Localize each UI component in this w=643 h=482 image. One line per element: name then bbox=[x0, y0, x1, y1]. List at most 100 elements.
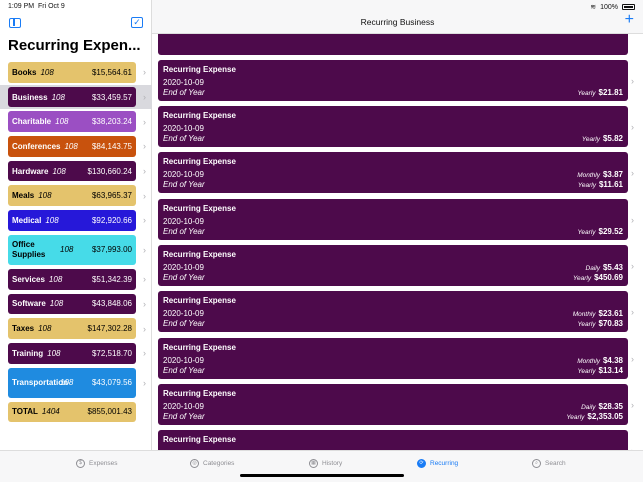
category-pill: Business 108 $33,459.57 bbox=[8, 86, 136, 108]
chevron-right-icon: › bbox=[631, 122, 634, 132]
category-amount: $33,459.57 bbox=[91, 92, 132, 102]
battery-label: 100% bbox=[600, 3, 618, 11]
category-row[interactable]: Software 108 $43,848.06 › bbox=[0, 292, 152, 317]
category-row[interactable]: Taxes 108 $147,302.28 › bbox=[0, 316, 152, 341]
expense-card[interactable]: Recurring Expense 2020-10-09 End of Year Da… bbox=[158, 384, 628, 425]
chevron-right-icon: › bbox=[631, 261, 634, 271]
category-list: Books 108 $15,564.61 › Business 108 $33,459.57… bbox=[0, 60, 152, 424]
expense-date: 2020-10-09 bbox=[163, 356, 204, 365]
category-count: 108 bbox=[48, 274, 63, 284]
category-count: 108 bbox=[52, 166, 66, 176]
expense-rate-primary: Daily $5.43 bbox=[585, 263, 623, 272]
expense-card[interactable]: Recurring Expense 2020-10-09 End of Year Mo… bbox=[158, 291, 628, 332]
category-name: Charitable bbox=[12, 117, 52, 127]
tab-label: Recurring bbox=[430, 460, 459, 467]
category-pill: Taxes 108 $147,302.28 bbox=[8, 318, 136, 339]
category-count: 108 bbox=[60, 245, 74, 255]
expense-rate-primary: Daily $28.35 bbox=[581, 402, 623, 411]
category-count: 108 bbox=[55, 117, 69, 127]
chevron-right-icon: › bbox=[143, 244, 146, 255]
tab-categories[interactable]: ◎ Categories bbox=[190, 459, 234, 468]
category-row[interactable]: Meals 108 $63,965.37 › bbox=[0, 183, 152, 208]
category-row[interactable]: TOTAL 1404 $855,001.43 bbox=[0, 400, 152, 425]
expense-rate-yearly: Yearly $2,353.05 bbox=[566, 412, 623, 421]
category-pill: Services 108 $51,342.39 bbox=[8, 268, 136, 290]
expense-end: End of Year bbox=[163, 319, 205, 328]
category-amount: $38,203.24 bbox=[91, 117, 132, 127]
tab-search[interactable]: ⌕ Search bbox=[532, 459, 566, 468]
tab-recurring[interactable]: ⟳ Recurring bbox=[417, 459, 458, 468]
category-amount: $37,993.00 bbox=[91, 245, 132, 255]
expense-end: End of Year bbox=[163, 273, 205, 282]
chevron-right-icon: › bbox=[143, 298, 146, 309]
category-amount: $130,660.24 bbox=[87, 166, 133, 176]
tab-label: Expenses bbox=[89, 460, 118, 467]
chevron-right-icon: › bbox=[143, 323, 146, 334]
add-button[interactable]: + bbox=[625, 12, 634, 28]
category-row[interactable]: Business 108 $33,459.57 › bbox=[0, 84, 152, 110]
expense-rate-primary: Monthly $23.61 bbox=[572, 309, 623, 318]
category-row[interactable]: Services 108 $51,342.39 › bbox=[0, 267, 152, 292]
category-count: 1404 bbox=[41, 407, 60, 417]
status-right: ≋ 100% bbox=[590, 3, 635, 11]
category-amount: $84,143.75 bbox=[91, 141, 132, 151]
category-row[interactable]: Hardware 108 $130,660.24 › bbox=[0, 159, 152, 184]
expense-rate-yearly: Yearly $11.61 bbox=[577, 180, 623, 189]
expense-title: Recurring Expense bbox=[163, 204, 236, 213]
category-name: Services bbox=[12, 274, 45, 284]
category-amount: $43,079.56 bbox=[91, 378, 132, 388]
tab-bar: $ Expenses ◎ Categories ▦ History ⟳ Recurring ⌕ S… bbox=[0, 450, 643, 482]
category-pill: TOTAL 1404 $855,001.43 bbox=[8, 401, 136, 423]
category-name: Books bbox=[12, 67, 37, 77]
wifi-icon: ≋ bbox=[590, 4, 597, 11]
expense-card[interactable]: Recurring Expense 2020-10-09 End of Year Da… bbox=[158, 245, 628, 286]
expense-card[interactable]: Recurring Expense 2020-10-09 End of Year Mo… bbox=[158, 152, 628, 193]
chevron-right-icon: › bbox=[143, 92, 146, 103]
category-name: Medical bbox=[12, 215, 42, 225]
category-name: Conferences bbox=[12, 141, 61, 151]
category-row[interactable]: Conferences 108 $84,143.75 › bbox=[0, 134, 152, 159]
sidebar-toggle-icon[interactable] bbox=[9, 18, 21, 28]
tab-label: Search bbox=[545, 460, 566, 467]
category-row[interactable]: Office Supplies 108 $37,993.00 › bbox=[0, 233, 152, 267]
category-row[interactable]: Transportation 108 $43,079.56 › bbox=[0, 366, 152, 400]
category-row[interactable]: Training 108 $72,518.70 › bbox=[0, 341, 152, 366]
expense-date: 2020-10-09 bbox=[163, 217, 204, 226]
expense-card[interactable]: Recurring Expense bbox=[158, 430, 628, 450]
category-pill: Office Supplies 108 $37,993.00 bbox=[8, 234, 136, 265]
chevron-right-icon: › bbox=[143, 116, 146, 127]
category-name: Software bbox=[12, 299, 46, 309]
checkmark-select-icon[interactable]: ✓ bbox=[131, 17, 143, 28]
category-pill: Books 108 $15,564.61 bbox=[8, 62, 136, 83]
chevron-right-icon: › bbox=[143, 377, 146, 388]
expense-card[interactable]: Recurring Expense 2020-10-09 End of Year Ye… bbox=[158, 60, 628, 101]
expense-end: End of Year bbox=[163, 227, 205, 236]
category-amount: $855,001.43 bbox=[87, 407, 133, 417]
expense-rate-yearly: Yearly $5.82 bbox=[581, 134, 623, 143]
chevron-right-icon: › bbox=[143, 274, 146, 285]
expense-end: End of Year bbox=[163, 412, 205, 421]
tab-expenses[interactable]: $ Expenses bbox=[76, 459, 118, 468]
expense-card[interactable]: Recurring Expense 2020-10-09 End of Year Ye… bbox=[158, 199, 628, 240]
category-row[interactable]: Charitable 108 $38,203.24 › bbox=[0, 109, 152, 134]
expense-date: 2020-10-09 bbox=[163, 263, 204, 272]
category-amount: $63,965.37 bbox=[91, 191, 132, 201]
chevron-right-icon: › bbox=[143, 215, 146, 226]
expense-title: Recurring Expense bbox=[163, 250, 236, 259]
category-pill: Training 108 $72,518.70 bbox=[8, 342, 136, 364]
expense-end: End of Year bbox=[163, 134, 205, 143]
tab-history[interactable]: ▦ History bbox=[309, 459, 342, 468]
expense-title: Recurring Expense bbox=[163, 343, 236, 352]
expense-title: Recurring Expense bbox=[163, 435, 236, 444]
category-count: 108 bbox=[38, 191, 52, 201]
category-row[interactable]: Medical 108 $92,920.66 › bbox=[0, 208, 152, 233]
category-row[interactable]: Books 108 $15,564.61 › bbox=[0, 60, 152, 85]
expense-card[interactable]: Recurring Expense 2020-10-09 End of Year Ye… bbox=[158, 106, 628, 147]
sidebar: ✓ Recurring Expen... Books 108 $15,564.61 ›… bbox=[0, 0, 152, 450]
expense-card[interactable]: Recurring Expense 2020-10-09 End of Year Mo… bbox=[158, 338, 628, 379]
category-name: Training bbox=[12, 348, 44, 358]
expense-rate-yearly: Yearly $450.69 bbox=[573, 273, 623, 282]
page-title: Recurring Business bbox=[360, 17, 435, 27]
expense-title: Recurring Expense bbox=[163, 157, 236, 166]
chevron-right-icon: › bbox=[631, 76, 634, 86]
